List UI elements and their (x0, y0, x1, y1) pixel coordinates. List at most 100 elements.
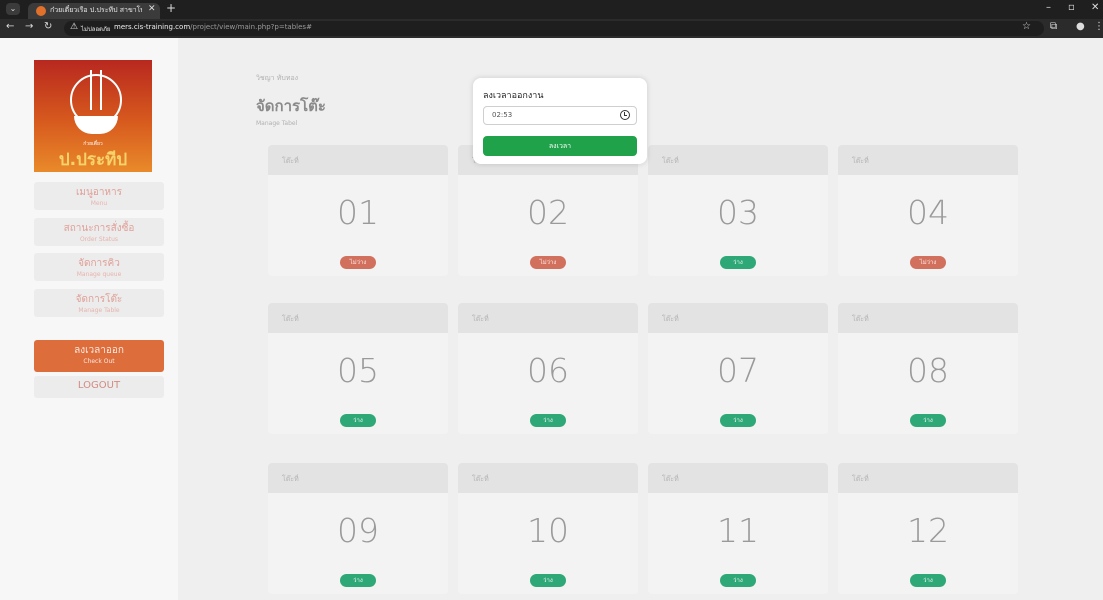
breadcrumb: วิชญา ทับทอง (256, 74, 299, 82)
table-card-header: โต๊ะที่ (838, 145, 1018, 175)
table-status-badge[interactable]: ว่าง (910, 414, 946, 427)
table-card[interactable]: โต๊ะที่ 12 ว่าง (838, 463, 1018, 594)
table-number: 05 (337, 351, 379, 390)
table-card[interactable]: โต๊ะที่ 05 ว่าง (268, 303, 448, 434)
table-status-badge[interactable]: ไม่ว่าง (530, 256, 566, 269)
table-card[interactable]: โต๊ะที่ 07 ว่าง (648, 303, 828, 434)
close-window-icon[interactable]: ✕ (1091, 2, 1099, 13)
sidebar-item-label: จัดการโต๊ะ (75, 294, 123, 305)
table-card-header: โต๊ะที่ (648, 463, 828, 493)
tab-title: ก๋วยเตี๋ยวเรือ ป.ประทีป สาขาโพธิ์ทอง (50, 6, 142, 14)
sidebar-item-manage-table[interactable]: จัดการโต๊ะ Manage Table (34, 289, 164, 317)
table-card[interactable]: โต๊ะที่ 03 ว่าง (648, 145, 828, 276)
table-card[interactable]: โต๊ะที่02ไม่ว่าง (458, 145, 638, 276)
table-label: โต๊ะที่ (852, 157, 869, 165)
close-tab-icon[interactable]: ✕ (148, 4, 156, 14)
insecure-label[interactable]: ไม่ปลอดภัย (81, 24, 110, 34)
table-card[interactable]: โต๊ะที่ 08 ว่าง (838, 303, 1018, 434)
time-value: 02:53 (492, 111, 513, 119)
table-card-header: โต๊ะที่ (838, 463, 1018, 493)
modal-title: ลงเวลาออกงาน (483, 91, 544, 101)
table-card-header: โต๊ะที่ (648, 303, 828, 333)
sidebar-item-sublabel: Order Status (79, 236, 119, 243)
table-label: โต๊ะที่ (282, 475, 299, 483)
table-card[interactable]: โต๊ะที่ 04 ไม่ว่าง (838, 145, 1018, 276)
table-status-badge[interactable]: ไม่ว่าง (340, 256, 376, 269)
sidebar-item-menu[interactable]: เมนูอาหาร Menu (34, 182, 164, 210)
browser-tab[interactable]: ก๋วยเตี๋ยวเรือ ป.ประทีป สาขาโพธิ์ทอง ✕ (28, 3, 160, 19)
warning-icon[interactable]: ⚠ (70, 22, 78, 32)
table-number: 08 (907, 351, 949, 390)
table-card-header: โต๊ะที่ (268, 145, 448, 175)
table-status-badge[interactable]: ไม่ว่าง (910, 256, 946, 269)
table-card[interactable]: โต๊ะที่ 10 ว่าง (458, 463, 638, 594)
table-number: 11 (717, 511, 759, 550)
table-label: โต๊ะที่ (282, 157, 299, 165)
sidebar-item-sublabel: Check Out (83, 358, 115, 365)
table-card-header: โต๊ะที่ (458, 463, 638, 493)
table-number: 12 (907, 511, 949, 550)
more-menu-icon[interactable]: ⋮ (1094, 21, 1103, 32)
back-icon[interactable]: ← (6, 21, 14, 32)
bookmark-star-icon[interactable]: ☆ (1022, 21, 1031, 32)
sidebar-item-label: สถานะการสั่งซื้อ (63, 223, 135, 234)
table-card[interactable]: โต๊ะที่ 06 ว่าง (458, 303, 638, 434)
table-status-badge[interactable]: ว่าง (720, 574, 756, 587)
checkout-modal: ลงเวลาออกงาน 02:53 ลงเวลา (473, 78, 647, 164)
checkout-submit-button[interactable]: ลงเวลา (483, 136, 637, 156)
table-number: 04 (907, 193, 949, 232)
forward-icon[interactable]: → (25, 21, 33, 32)
clock-icon[interactable] (620, 110, 630, 120)
table-label: โต๊ะที่ (662, 157, 679, 165)
table-card[interactable]: โต๊ะที่ 11 ว่าง (648, 463, 828, 594)
table-card[interactable]: โต๊ะที่ 09 ว่าง (268, 463, 448, 594)
restore-icon[interactable]: ▫ (1068, 2, 1075, 13)
table-status-badge[interactable]: ว่าง (530, 414, 566, 427)
table-status-badge[interactable]: ว่าง (720, 414, 756, 427)
table-number: 07 (717, 351, 759, 390)
table-card[interactable]: โต๊ะที่ 01 ไม่ว่าง (268, 145, 448, 276)
chopsticks-icon (90, 70, 102, 110)
sidebar-item-manage-queue[interactable]: จัดการคิว Manage queue (34, 253, 164, 281)
table-label: โต๊ะที่ (662, 315, 679, 323)
logout-button[interactable]: LOGOUT (34, 376, 164, 398)
logout-label: LOGOUT (77, 380, 121, 391)
table-label: โต๊ะที่ (472, 315, 489, 323)
table-number: 02 (527, 193, 569, 232)
new-tab-icon[interactable]: + (166, 1, 176, 15)
time-input[interactable]: 02:53 (483, 106, 637, 125)
table-card-header: โต๊ะที่ (648, 145, 828, 175)
extensions-icon[interactable]: ⧉ (1050, 21, 1057, 32)
table-number: 03 (717, 193, 759, 232)
sidebar-item-label: จัดการคิว (78, 258, 120, 269)
table-status-badge[interactable]: ว่าง (720, 256, 756, 269)
sidebar: ก๋วยเตี๋ยว ป.ประทีป เมนูอาหาร Menu สถานะ… (0, 38, 178, 600)
url-input[interactable]: ⚠ ไม่ปลอดภัย mers.cis-training.com/proje… (64, 21, 1044, 36)
table-label: โต๊ะที่ (282, 315, 299, 323)
browser-address-bar: ← → ↻ ⚠ ไม่ปลอดภัย mers.cis-training.com… (0, 19, 1103, 38)
table-status-badge[interactable]: ว่าง (340, 574, 376, 587)
table-number: 06 (527, 351, 569, 390)
table-label: โต๊ะที่ (472, 475, 489, 483)
sidebar-item-label: ลงเวลาออก (74, 345, 124, 356)
sidebar-item-order-status[interactable]: สถานะการสั่งซื้อ Order Status (34, 218, 164, 246)
table-card-header: โต๊ะที่ (838, 303, 1018, 333)
minimize-icon[interactable]: – (1046, 2, 1051, 13)
table-status-badge[interactable]: ว่าง (530, 574, 566, 587)
table-status-badge[interactable]: ว่าง (910, 574, 946, 587)
sidebar-item-check-out[interactable]: ลงเวลาออก Check Out (34, 340, 164, 372)
favicon-icon (36, 6, 46, 16)
page-title: จัดการโต๊ะ (256, 97, 326, 115)
table-card-header: โต๊ะที่ (268, 303, 448, 333)
url-text: mers.cis-training.com/project/view/main.… (114, 23, 312, 31)
logo: ก๋วยเตี๋ยว ป.ประทีป (34, 60, 152, 172)
sidebar-item-sublabel: Manage Table (78, 307, 120, 314)
table-card-header: โต๊ะที่ (268, 463, 448, 493)
profile-icon[interactable]: ● (1076, 21, 1085, 32)
table-label: โต๊ะที่ (662, 475, 679, 483)
browser-tab-bar: ⌄ ก๋วยเตี๋ยวเรือ ป.ประทีป สาขาโพธิ์ทอง ✕… (0, 0, 1103, 19)
reload-icon[interactable]: ↻ (44, 21, 52, 32)
sidebar-item-label: เมนูอาหาร (75, 187, 123, 198)
tab-search-icon[interactable]: ⌄ (6, 3, 20, 15)
table-status-badge[interactable]: ว่าง (340, 414, 376, 427)
